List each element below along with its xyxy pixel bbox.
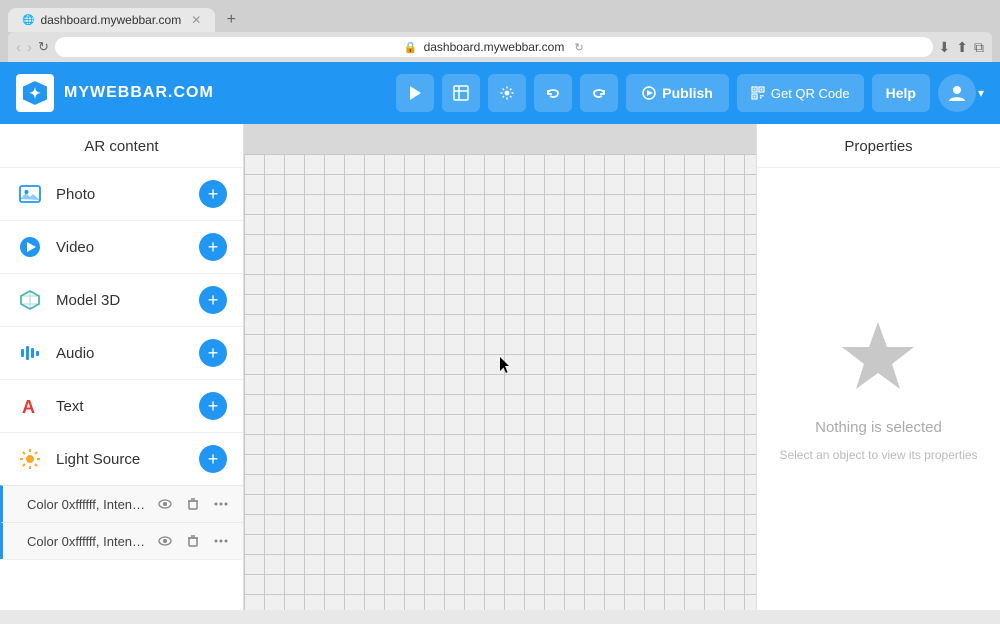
add-audio-button[interactable]: + <box>199 339 227 367</box>
add-video-button[interactable]: + <box>199 233 227 261</box>
url-text: dashboard.mywebbar.com <box>424 40 565 54</box>
window-button[interactable]: ⧉ <box>974 39 984 56</box>
sidebar-item-model3d[interactable]: Model 3D + <box>0 274 243 327</box>
properties-empty: Nothing is selected Select an object to … <box>759 168 997 610</box>
lightsource-header[interactable]: Light Source + <box>0 433 243 485</box>
logo-text: MYWEBBAR.COM <box>64 84 214 102</box>
help-button[interactable]: Help <box>872 74 930 112</box>
add-text-button[interactable]: + <box>199 392 227 420</box>
add-photo-button[interactable]: + <box>199 180 227 208</box>
model3d-icon <box>16 286 44 314</box>
audio-icon <box>16 339 44 367</box>
add-model3d-button[interactable]: + <box>199 286 227 314</box>
properties-panel: Properties Nothing is selected Select an… <box>756 124 1000 610</box>
light-item-2-label: Color 0xffffff, Intensi... <box>27 534 147 549</box>
light-item-1-label: Color 0xffffff, Intensi... <box>27 497 147 512</box>
viewport-header <box>244 124 756 154</box>
grid-canvas <box>244 154 756 610</box>
qr-button[interactable]: Get QR Code <box>737 74 864 112</box>
nothing-selected-label: Nothing is selected <box>815 419 942 436</box>
share-button[interactable]: ⬆ <box>956 39 968 56</box>
redo-button[interactable] <box>580 74 618 112</box>
add-lightsource-button[interactable]: + <box>199 445 227 473</box>
video-label: Video <box>56 239 199 256</box>
back-button[interactable]: ‹ <box>16 39 21 56</box>
sidebar-item-photo[interactable]: Photo + <box>0 168 243 221</box>
logo-area: ✦ MYWEBBAR.COM <box>16 74 214 112</box>
reload-icon: ↻ <box>574 41 583 54</box>
sidebar-item-video[interactable]: Video + <box>0 221 243 274</box>
properties-title: Properties <box>757 124 1000 168</box>
light-item-2[interactable]: Color 0xffffff, Intensi... <box>0 522 243 559</box>
sidebar-title: AR content <box>0 124 243 168</box>
light-item-1-delete[interactable] <box>183 494 203 514</box>
refresh-button[interactable]: ↻ <box>38 39 49 55</box>
nav-tools: Publish Get QR Code Help <box>396 74 984 112</box>
address-bar[interactable]: 🔒 dashboard.mywebbar.com ↻ <box>55 37 933 57</box>
light-item-2-visibility[interactable] <box>155 531 175 551</box>
lightsource-icon <box>16 445 44 473</box>
avatar-area: ▾ <box>938 74 984 112</box>
sidebar: AR content Photo + <box>0 124 244 610</box>
publish-button[interactable]: Publish <box>626 74 729 112</box>
light-item-1-visibility[interactable] <box>155 494 175 514</box>
scene-button[interactable] <box>442 74 480 112</box>
svg-text:A: A <box>22 397 35 417</box>
model3d-label: Model 3D <box>56 292 199 309</box>
play-button[interactable] <box>396 74 434 112</box>
star-icon <box>838 317 918 407</box>
viewport[interactable] <box>244 124 756 610</box>
light-item-2-more[interactable] <box>211 531 231 551</box>
new-tab-button[interactable]: + <box>219 8 243 32</box>
lock-icon: 🔒 <box>404 41 418 54</box>
photo-icon <box>16 180 44 208</box>
avatar-button[interactable] <box>938 74 976 112</box>
select-hint-label: Select an object to view its properties <box>779 448 977 462</box>
browser-tab-title: dashboard.mywebbar.com <box>40 13 181 27</box>
sidebar-item-lightsource: Light Source + Color 0xffffff, Intensi..… <box>0 433 243 560</box>
svg-text:✦: ✦ <box>29 85 41 101</box>
light-item-1[interactable]: Color 0xffffff, Intensi... <box>0 485 243 522</box>
light-item-2-delete[interactable] <box>183 531 203 551</box>
text-icon: A <box>16 392 44 420</box>
download-button[interactable]: ⬇ <box>939 39 951 56</box>
undo-button[interactable] <box>534 74 572 112</box>
logo-icon: ✦ <box>16 74 54 112</box>
photo-label: Photo <box>56 186 199 203</box>
light-item-1-more[interactable] <box>211 494 231 514</box>
forward-button[interactable]: › <box>27 39 32 56</box>
sidebar-item-text[interactable]: A Text + <box>0 380 243 433</box>
main-content: AR content Photo + <box>0 124 1000 610</box>
text-label: Text <box>56 398 199 415</box>
topnav: ✦ MYWEBBAR.COM <box>0 62 1000 124</box>
audio-label: Audio <box>56 345 199 362</box>
sidebar-item-audio[interactable]: Audio + <box>0 327 243 380</box>
video-icon <box>16 233 44 261</box>
avatar-dropdown-icon[interactable]: ▾ <box>978 86 984 100</box>
lightsource-label: Light Source <box>56 451 199 468</box>
settings-button[interactable] <box>488 74 526 112</box>
